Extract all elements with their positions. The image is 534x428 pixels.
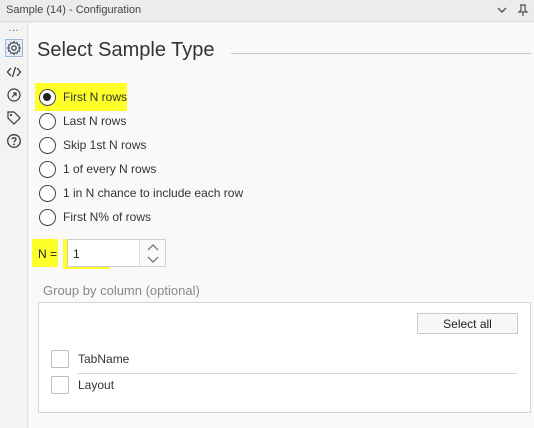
radio-last-n-rows[interactable]: Last N rows	[39, 111, 126, 131]
spin-up-icon[interactable]	[140, 240, 165, 253]
radio-label: Last N rows	[63, 114, 127, 128]
radio-label: Skip 1st N rows	[63, 138, 147, 152]
radio-button[interactable]	[39, 88, 56, 106]
radio-button[interactable]	[39, 208, 56, 226]
select-all-button[interactable]: Select all	[417, 313, 518, 334]
pin-icon[interactable]	[516, 3, 530, 17]
gear-icon[interactable]	[5, 39, 23, 57]
connection-icon[interactable]	[6, 87, 22, 103]
radio-button[interactable]	[39, 184, 56, 202]
n-label: N =	[38, 247, 58, 261]
column-label: TabName	[78, 352, 130, 366]
n-value[interactable]: 1	[73, 247, 80, 261]
column-item-tabname[interactable]: TabName	[51, 349, 129, 369]
radio-button[interactable]	[39, 160, 56, 178]
heading-divider	[231, 53, 531, 54]
radio-label: First N% of rows	[63, 210, 152, 224]
radio-label: First N rows	[63, 90, 127, 104]
radio-1-in-n-chance[interactable]: 1 in N chance to include each row	[39, 183, 243, 203]
help-icon[interactable]	[6, 133, 22, 149]
radio-first-n-percent[interactable]: First N% of rows	[39, 207, 151, 227]
n-number-input[interactable]: 1	[67, 239, 166, 267]
radio-button[interactable]	[39, 136, 56, 154]
column-item-layout[interactable]: Layout	[51, 375, 114, 395]
checkbox[interactable]	[51, 350, 69, 368]
radio-button[interactable]	[39, 112, 56, 130]
code-icon[interactable]	[6, 64, 22, 80]
column-label: Layout	[78, 378, 115, 392]
tag-icon[interactable]	[6, 110, 22, 126]
radio-skip-1st-n-rows[interactable]: Skip 1st N rows	[39, 135, 146, 155]
chevron-down-icon[interactable]	[495, 3, 509, 17]
checkbox[interactable]	[51, 376, 69, 394]
radio-label: 1 in N chance to include each row	[63, 186, 244, 200]
column-divider	[77, 373, 517, 374]
radio-first-n-rows[interactable]: First N rows	[39, 87, 127, 107]
sidebar: …	[0, 23, 28, 428]
group-by-label: Group by column (optional)	[43, 283, 200, 298]
radio-1-of-every-n-rows[interactable]: 1 of every N rows	[39, 159, 156, 179]
group-by-box: Select all TabName Layout	[38, 302, 531, 413]
more-dots-icon[interactable]: …	[8, 23, 20, 34]
spin-down-icon[interactable]	[140, 253, 165, 266]
window-title: Sample (14) - Configuration	[6, 4, 142, 16]
configuration-panel: Select Sample Type First N rows Last N r…	[29, 23, 534, 428]
page-title: Select Sample Type	[37, 39, 215, 61]
radio-label: 1 of every N rows	[63, 162, 157, 176]
title-bar: Sample (14) - Configuration	[0, 0, 534, 22]
n-spinner[interactable]	[139, 240, 165, 266]
